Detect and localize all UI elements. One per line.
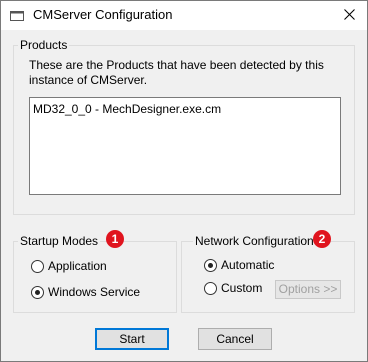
radio-custom[interactable]: Custom [204, 281, 274, 297]
close-button[interactable] [333, 1, 367, 30]
cancel-button[interactable]: Cancel [198, 328, 272, 350]
options-button[interactable]: Options >> [275, 280, 341, 299]
radio-automatic-label: Automatic [221, 258, 275, 272]
products-group-label: Products [18, 38, 70, 52]
window-title: CMServer Configuration [33, 7, 173, 22]
radio-button-checked[interactable] [204, 259, 217, 272]
dialog-window: CMServer Configuration Products These ar… [0, 0, 368, 362]
network-configuration-group [181, 241, 355, 313]
startup-modes-group [13, 241, 177, 313]
step-2-badge: 2 [313, 230, 331, 248]
title-bar[interactable]: CMServer Configuration [1, 1, 367, 30]
products-description: These are the Products that have been de… [29, 58, 324, 87]
network-configuration-label: Network Configuration [193, 234, 316, 248]
radio-button[interactable] [31, 260, 44, 273]
start-button[interactable]: Start [95, 328, 169, 350]
radio-button-checked[interactable] [31, 286, 44, 299]
radio-application[interactable]: Application [31, 259, 151, 275]
app-icon [10, 9, 24, 23]
list-item[interactable]: MD32_0_0 - MechDesigner.exe.cm [33, 102, 221, 116]
radio-application-label: Application [48, 259, 107, 273]
products-listbox[interactable]: MD32_0_0 - MechDesigner.exe.cm [29, 97, 341, 195]
radio-windows-service[interactable]: Windows Service [31, 285, 161, 301]
step-1-badge: 1 [106, 230, 124, 248]
radio-button[interactable] [204, 282, 217, 295]
startup-modes-label: Startup Modes [18, 234, 101, 248]
radio-custom-label: Custom [221, 281, 263, 295]
close-icon [344, 9, 355, 20]
radio-windows-service-label: Windows Service [48, 285, 141, 299]
radio-automatic[interactable]: Automatic [204, 258, 304, 274]
